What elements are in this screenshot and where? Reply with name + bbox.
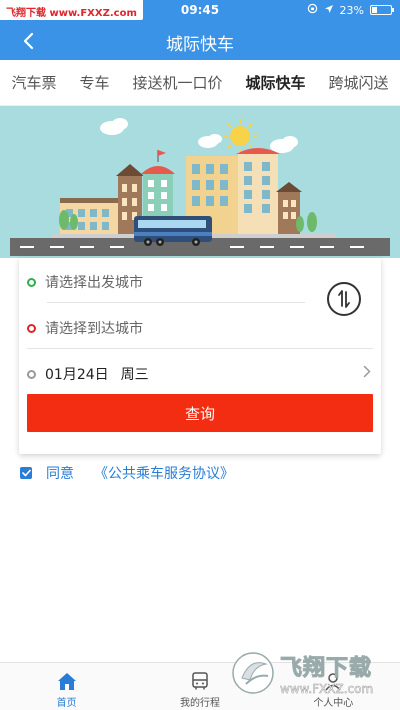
departure-placeholder: 请选择出发城市 bbox=[45, 275, 143, 291]
battery-percent: 23% bbox=[339, 3, 364, 17]
departure-city-field[interactable]: 请选择出发城市 bbox=[27, 272, 143, 292]
agreement-link[interactable]: 《公共乘车服务协议》 bbox=[94, 463, 234, 483]
tab-bus-ticket[interactable]: 汽车票 bbox=[9, 72, 58, 93]
service-tabs: 汽车票 专车 接送机一口价 城际快车 跨城闪送 bbox=[0, 60, 400, 106]
agreement-label[interactable]: 同意 bbox=[46, 463, 74, 483]
trip-search-card: 请选择出发城市 请选择到达城市 01月24日 周三 查询 bbox=[19, 258, 381, 454]
date-field[interactable]: 01月24日 周三 bbox=[27, 364, 149, 384]
page-title: 城际快车 bbox=[166, 35, 234, 55]
city-banner-illustration bbox=[0, 106, 400, 258]
arrival-dot-icon bbox=[27, 323, 36, 333]
bus-icon bbox=[188, 670, 212, 692]
tab-cross-city-delivery[interactable]: 跨城闪送 bbox=[326, 72, 390, 93]
city-scene-image bbox=[10, 118, 390, 256]
swap-cities-button[interactable] bbox=[327, 282, 361, 316]
agreement-checkbox[interactable] bbox=[20, 467, 32, 479]
battery-icon bbox=[370, 5, 394, 15]
home-icon bbox=[55, 670, 79, 692]
nav-bar: 城际快车 bbox=[0, 20, 400, 60]
tabbar-label: 我的行程 bbox=[179, 698, 220, 709]
status-bar: 飞翔下载 www.FXXZ.com 09:45 23% bbox=[0, 0, 400, 20]
date-dot-icon bbox=[27, 369, 36, 379]
query-button[interactable]: 查询 bbox=[27, 394, 373, 432]
tab-private-car[interactable]: 专车 bbox=[77, 72, 111, 93]
orientation-lock-icon bbox=[307, 3, 318, 17]
watermark-logo: 飞翔下载 www.FXXZ.com bbox=[230, 648, 396, 698]
arrival-city-field[interactable]: 请选择到达城市 bbox=[27, 318, 143, 338]
divider bbox=[27, 348, 373, 349]
departure-dot-icon bbox=[27, 277, 36, 287]
tab-airport-transfer[interactable]: 接送机一口价 bbox=[130, 72, 224, 93]
tabbar-item-home[interactable]: 首页 bbox=[0, 663, 133, 710]
watermark-url: www.FXXZ.com bbox=[280, 682, 374, 697]
chevron-right-icon[interactable] bbox=[363, 363, 371, 382]
tab-intercity-express[interactable]: 城际快车 bbox=[243, 72, 307, 93]
agreement-row: 同意 《公共乘车服务协议》 bbox=[20, 463, 234, 483]
status-indicators: 23% bbox=[307, 3, 394, 17]
weekday-value: 周三 bbox=[120, 367, 149, 383]
watermark-title: 飞翔下载 bbox=[279, 656, 373, 682]
header-bar: 飞翔下载 www.FXXZ.com 09:45 23% 城际快车 bbox=[0, 0, 400, 60]
watermark-text: 飞翔下载 www.FXXZ.com bbox=[279, 650, 374, 697]
app-screen: 飞翔下载 www.FXXZ.com 09:45 23% 城际快车 汽车票 专车 bbox=[0, 0, 400, 710]
location-icon bbox=[324, 4, 334, 17]
date-value: 01月24日 bbox=[45, 367, 109, 383]
tabbar-label: 首页 bbox=[56, 698, 77, 709]
fxxz-logo-icon bbox=[232, 652, 274, 694]
divider bbox=[47, 302, 305, 303]
swap-arrows-icon bbox=[338, 290, 350, 308]
checkmark-icon bbox=[21, 469, 31, 477]
arrival-placeholder: 请选择到达城市 bbox=[45, 321, 143, 337]
